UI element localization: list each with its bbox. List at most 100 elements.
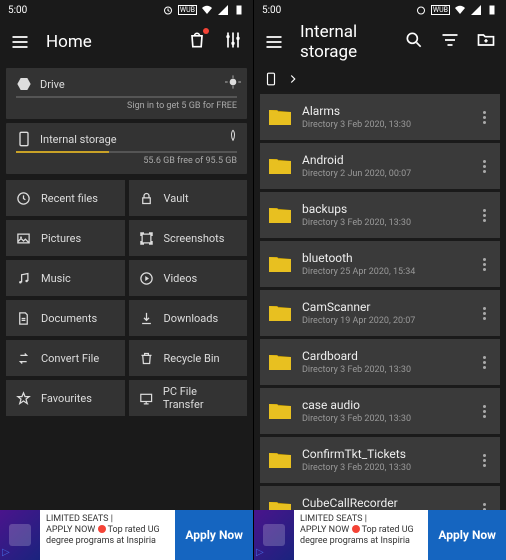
file-info: bluetooth Directory 25 Apr 2020, 15:34 — [302, 251, 466, 277]
clock-icon — [16, 191, 31, 206]
phone-storage: 5:00 WUB Internal storage AlarmsDirector… — [253, 0, 506, 560]
app-bar-storage: Internal storage — [254, 20, 506, 64]
equalizer-button[interactable] — [223, 30, 243, 54]
file-info: Cardboard Directory 3 Feb 2020, 13:30 — [302, 349, 466, 375]
tile-downloads[interactable]: Downloads — [129, 300, 248, 336]
tile-pictures[interactable]: Pictures — [6, 220, 125, 256]
breadcrumb[interactable] — [254, 64, 506, 94]
adchoices-icon[interactable]: ▷ — [2, 547, 10, 558]
chevron-right-icon — [286, 72, 300, 86]
folder-row[interactable]: case audioDirectory 3 Feb 2020, 13:30 — [260, 388, 500, 434]
screenshot-icon — [139, 231, 154, 246]
category-grid: Recent files Vault Pictures Screenshots Musi… — [0, 178, 253, 418]
tile-screenshots[interactable]: Screenshots — [129, 220, 248, 256]
wub-icon: WUB — [178, 5, 197, 15]
file-name: Cardboard — [302, 349, 466, 363]
more-button[interactable] — [476, 454, 492, 467]
battery-icon — [486, 4, 498, 16]
file-info: ConfirmTkt_TicketsDirectory 3 Feb 2020, … — [302, 447, 466, 473]
tile-music[interactable]: Music — [6, 260, 125, 296]
folder-row[interactable]: bluetooth Directory 25 Apr 2020, 15:34 — [260, 241, 500, 287]
file-sub: Directory 3 Feb 2020, 13:30 — [302, 365, 466, 375]
more-button[interactable] — [476, 209, 492, 222]
ad-banner[interactable]: LIMITED SEATS | APPLY NOW Top rated UG d… — [0, 510, 253, 560]
folder-icon — [268, 401, 292, 421]
search-button[interactable] — [404, 30, 424, 54]
star-icon — [16, 391, 31, 406]
folder-row[interactable]: CamScannerDirectory 19 Apr 2020, 20:07 — [260, 290, 500, 336]
sort-button[interactable] — [440, 30, 460, 54]
folder-icon — [268, 254, 292, 274]
more-button[interactable] — [476, 405, 492, 418]
page-title: Home — [46, 32, 171, 52]
download-icon — [139, 311, 154, 326]
folder-icon — [268, 205, 292, 225]
folder-icon — [268, 156, 292, 176]
new-folder-button[interactable] — [476, 30, 496, 54]
alarm-icon — [415, 4, 427, 16]
status-time: 5:00 — [8, 5, 27, 16]
tile-recent-files[interactable]: Recent files — [6, 180, 125, 216]
tile-label: Vault — [164, 192, 189, 205]
file-sub: Directory 25 Apr 2020, 15:34 — [302, 267, 466, 277]
more-button[interactable] — [476, 111, 492, 124]
tile-pc-file-transfer[interactable]: PC File Transfer — [129, 380, 248, 416]
ad-apply-button[interactable]: Apply Now — [428, 510, 506, 560]
tile-documents[interactable]: Documents — [6, 300, 125, 336]
tile-convert-file[interactable]: Convert File — [6, 340, 125, 376]
menu-icon[interactable] — [264, 32, 284, 52]
ad-apply-button[interactable]: Apply Now — [175, 510, 253, 560]
phone-home: 5:00 WUB Home Drive Sign in to get 5 — [0, 0, 253, 560]
status-icons: WUB — [415, 4, 498, 16]
wifi-icon — [454, 4, 466, 16]
internal-card[interactable]: Internal storage 55.6 GB free of 95.5 GB — [6, 123, 247, 174]
tile-label: Downloads — [164, 312, 219, 325]
menu-icon[interactable] — [10, 32, 30, 52]
file-sub: Directory 3 Feb 2020, 13:30 — [302, 120, 466, 130]
more-button[interactable] — [476, 356, 492, 369]
file-info: case audioDirectory 3 Feb 2020, 13:30 — [302, 398, 466, 424]
folder-row[interactable]: Cardboard Directory 3 Feb 2020, 13:30 — [260, 339, 500, 385]
adchoices-icon[interactable]: ▷ — [256, 547, 264, 558]
file-info: CamScannerDirectory 19 Apr 2020, 20:07 — [302, 300, 466, 326]
folder-row[interactable]: AndroidDirectory 2 Jun 2020, 00:07 — [260, 143, 500, 189]
page-title: Internal storage — [300, 22, 388, 62]
file-name: Alarms — [302, 104, 466, 118]
ad-banner[interactable]: LIMITED SEATS | APPLY NOW Top rated UG d… — [254, 510, 506, 560]
more-button[interactable] — [476, 258, 492, 271]
badge-icon — [203, 28, 209, 34]
drive-card[interactable]: Drive Sign in to get 5 GB for FREE — [6, 68, 247, 119]
more-button[interactable] — [476, 307, 492, 320]
file-name: bluetooth — [302, 251, 466, 265]
folder-row[interactable]: ConfirmTkt_TicketsDirectory 3 Feb 2020, … — [260, 437, 500, 483]
pc-icon — [139, 391, 153, 406]
app-bar-home: Home — [0, 20, 253, 64]
tile-favourites[interactable]: Favourites — [6, 380, 125, 416]
file-name: backups — [302, 202, 466, 216]
tile-label: Favourites — [41, 392, 92, 405]
drive-label: Drive — [40, 78, 237, 91]
folder-row[interactable]: Alarms Directory 3 Feb 2020, 13:30 — [260, 94, 500, 140]
alarm-icon — [162, 4, 174, 16]
tile-label: Screenshots — [164, 232, 225, 245]
bug-icon[interactable] — [225, 74, 241, 90]
tile-recycle-bin[interactable]: Recycle Bin — [129, 340, 248, 376]
tile-label: Videos — [164, 272, 198, 285]
rocket-icon[interactable] — [225, 129, 241, 145]
folder-icon — [268, 450, 292, 470]
folder-row[interactable]: backupsDirectory 3 Feb 2020, 13:30 — [260, 192, 500, 238]
folder-icon — [268, 352, 292, 372]
file-name: case audio — [302, 398, 466, 412]
tile-videos[interactable]: Videos — [129, 260, 248, 296]
signal-icon — [217, 4, 229, 16]
sliders-icon — [223, 30, 243, 50]
file-name: CamScanner — [302, 300, 466, 314]
folder-row[interactable]: CubeCallRecorderDirectory 3 Feb 2020, 13… — [260, 486, 500, 510]
tile-vault[interactable]: Vault — [129, 180, 248, 216]
folder-plus-icon — [476, 30, 496, 50]
battery-icon — [233, 4, 245, 16]
more-button[interactable] — [476, 160, 492, 173]
more-button[interactable] — [476, 503, 492, 511]
bag-button[interactable] — [187, 30, 207, 54]
music-icon — [16, 271, 31, 286]
